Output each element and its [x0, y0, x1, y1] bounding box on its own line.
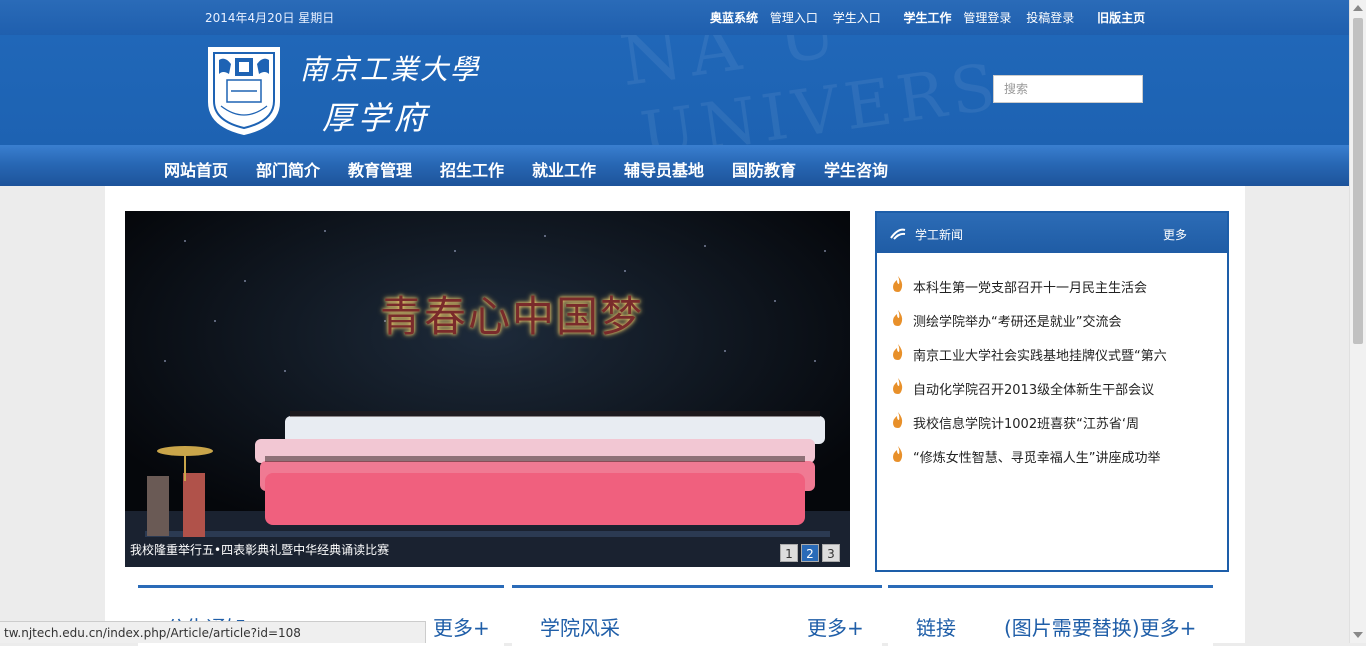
news-box-header: 学工新闻 更多: [877, 213, 1227, 253]
search-input[interactable]: [993, 75, 1143, 103]
current-date: 2014年4月20日 星期日: [205, 11, 335, 25]
flame-icon: [893, 412, 903, 428]
top-links: 奥蓝系统 管理入口 学生入口 学生工作 管理登录 投稿登录 旧版主页: [710, 9, 1153, 26]
slide-caption[interactable]: 我校隆重举行五•四表彰典礼暨中华经典诵读比赛: [130, 541, 389, 558]
top-link-student-work[interactable]: 学生工作: [904, 11, 952, 25]
top-link-submit-login[interactable]: 投稿登录: [1026, 11, 1074, 25]
slide-banner-text: 青春心中国梦: [380, 292, 645, 341]
top-link-admin-entry[interactable]: 管理入口: [770, 11, 818, 25]
flame-icon: [893, 446, 903, 462]
slide-page-2[interactable]: 2: [801, 544, 819, 562]
site-name-logo: 厚学府: [322, 99, 431, 137]
nav-item-employment[interactable]: 就业工作: [532, 157, 596, 181]
nav-item-home[interactable]: 网站首页: [164, 157, 228, 181]
student-news-box: 学工新闻 更多 本科生第一党支部召开十一月民主生活会 测绘学院举办“考研还是就业…: [875, 211, 1229, 572]
top-link-old-home[interactable]: 旧版主页: [1097, 11, 1145, 25]
top-link-aolan[interactable]: 奥蓝系统: [710, 11, 758, 25]
flame-icon: [893, 344, 903, 360]
top-link-student-entry[interactable]: 学生入口: [833, 11, 881, 25]
nav-item-departments[interactable]: 部门简介: [256, 157, 320, 181]
scroll-up-icon[interactable]: [1353, 5, 1363, 11]
page-scrollbar[interactable]: [1349, 0, 1366, 643]
notice-more-link[interactable]: 更多+: [433, 612, 490, 641]
signal-wave-icon: [890, 228, 906, 240]
scrollbar-thumb[interactable]: [1353, 18, 1363, 344]
links-section-title: 链接: [916, 616, 956, 640]
list-item[interactable]: 我校信息学院计1002班喜获“江苏省‘周: [891, 412, 1167, 447]
status-bar-url: tw.njtech.edu.cn/index.php/Article/artic…: [0, 621, 426, 643]
university-name-logo: 南京工業大學: [300, 53, 481, 86]
news-item-title[interactable]: 本科生第一党支部召开十一月民主生活会: [913, 281, 1147, 296]
links-more-link[interactable]: (图片需要替换)更多+: [1004, 612, 1196, 641]
list-item[interactable]: 自动化学院召开2013级全体新生干部会议: [891, 378, 1167, 413]
list-item[interactable]: 测绘学院举办“考研还是就业”交流会: [891, 310, 1167, 345]
flame-icon: [893, 310, 903, 326]
nav-item-counselor-base[interactable]: 辅导员基地: [624, 157, 704, 181]
slide-image[interactable]: [125, 211, 850, 567]
site-header: NA U UNIVERS 南京工業大學 厚学府: [0, 35, 1349, 145]
list-item[interactable]: “修炼女性智慧、寻觅幸福人生”讲座成功举: [891, 446, 1167, 481]
nav-item-defense[interactable]: 国防教育: [732, 157, 796, 181]
news-item-title[interactable]: 自动化学院召开2013级全体新生干部会议: [913, 383, 1154, 398]
nav-item-education[interactable]: 教育管理: [348, 157, 412, 181]
news-box-title: 学工新闻: [915, 228, 964, 242]
flame-icon: [893, 378, 903, 394]
list-item[interactable]: 本科生第一党支部召开十一月民主生活会: [891, 276, 1167, 311]
news-item-title[interactable]: 南京工业大学社会实践基地挂牌仪式暨“第六: [913, 349, 1167, 364]
college-section-title: 学院风采: [540, 616, 620, 640]
top-bar: 2014年4月20日 星期日 奥蓝系统 管理入口 学生入口 学生工作 管理登录 …: [0, 0, 1349, 35]
slide-page-1[interactable]: 1: [780, 544, 798, 562]
scroll-down-icon[interactable]: [1353, 632, 1363, 638]
news-list: 本科生第一党支部召开十一月民主生活会 测绘学院举办“考研还是就业”交流会 南京工…: [891, 276, 1167, 481]
slide-pager: 1 2 3: [780, 544, 840, 562]
news-item-title[interactable]: “修炼女性智慧、寻觅幸福人生”讲座成功举: [913, 451, 1160, 466]
news-item-title[interactable]: 测绘学院举办“考研还是就业”交流会: [913, 315, 1121, 330]
news-slideshow[interactable]: 青春心中国梦 我校隆重举行五•四表彰典礼暨中华经典诵读比赛 1 2 3: [125, 211, 850, 567]
list-item[interactable]: 南京工业大学社会实践基地挂牌仪式暨“第六: [891, 344, 1167, 379]
flame-icon: [893, 276, 903, 292]
college-section: 学院风采 更多+: [512, 585, 882, 646]
top-link-admin-login[interactable]: 管理登录: [963, 11, 1011, 25]
news-more-link[interactable]: 更多: [1163, 226, 1187, 243]
nav-item-consult[interactable]: 学生咨询: [824, 157, 888, 181]
news-item-title[interactable]: 我校信息学院计1002班喜获“江苏省‘周: [913, 417, 1139, 432]
main-nav: 网站首页 部门简介 教育管理 招生工作 就业工作 辅导员基地 国防教育 学生咨询: [0, 145, 1349, 186]
links-section: 链接 (图片需要替换)更多+: [888, 585, 1213, 646]
slide-page-3[interactable]: 3: [822, 544, 840, 562]
nav-item-admissions[interactable]: 招生工作: [440, 157, 504, 181]
college-more-link[interactable]: 更多+: [807, 612, 864, 641]
university-emblem-icon[interactable]: [205, 44, 283, 136]
